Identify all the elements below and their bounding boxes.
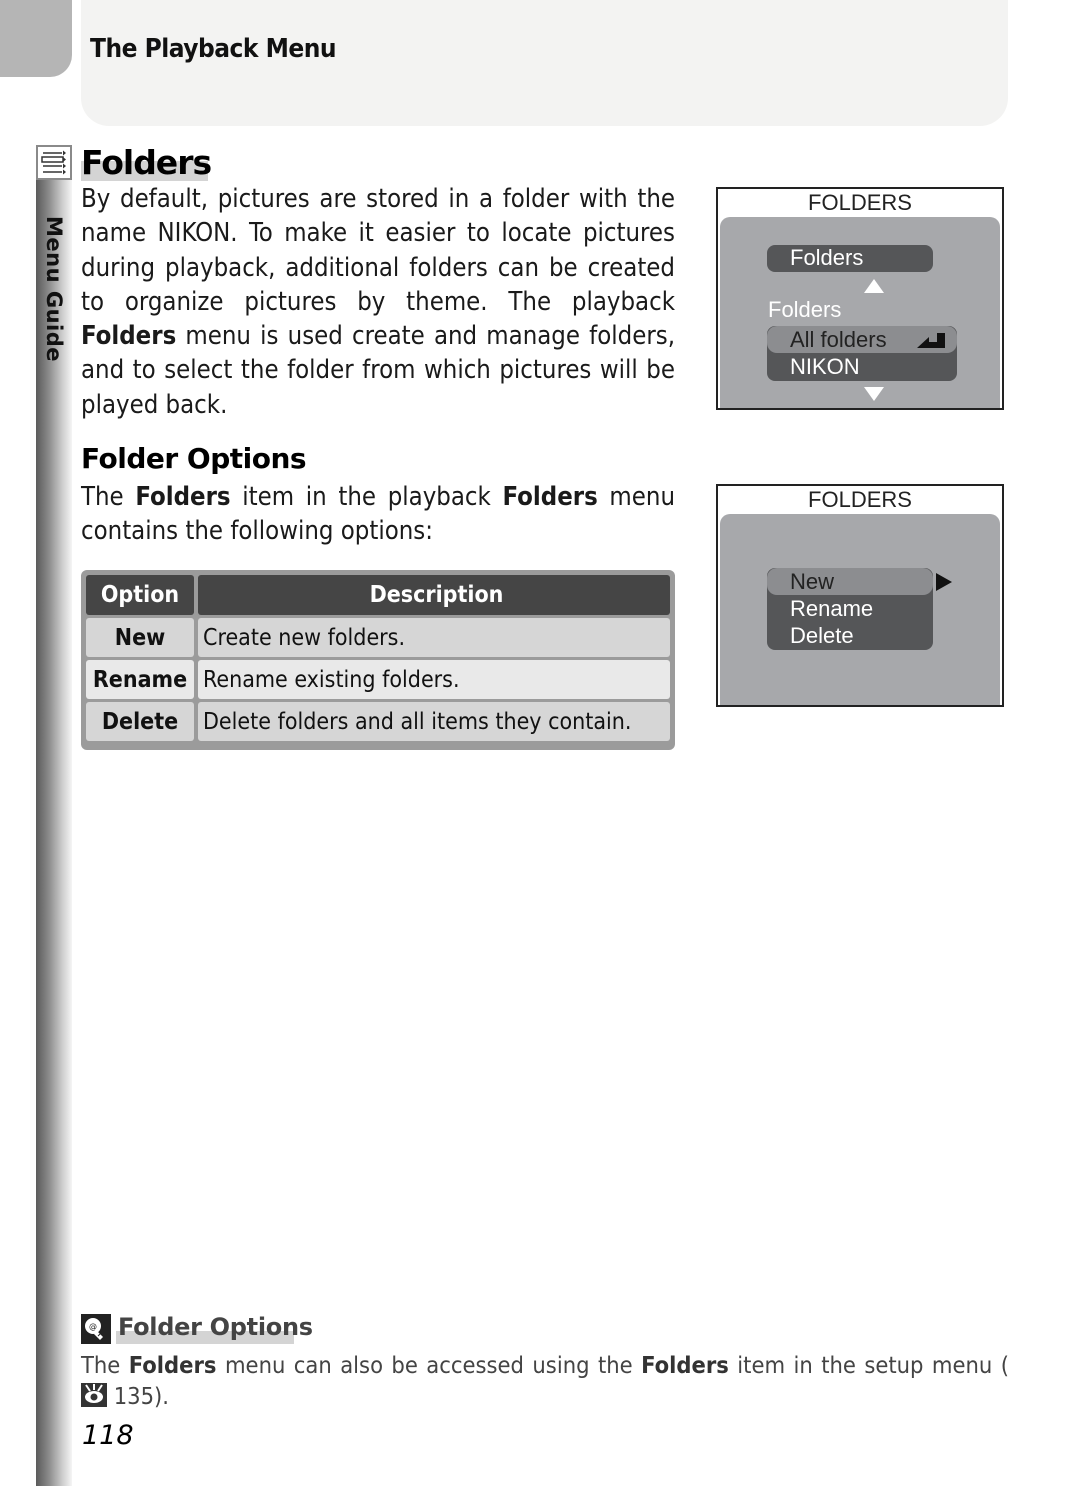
section-title-wrap: Folders	[81, 143, 212, 182]
camera-screen-folders-select: FOLDERS Folders Folders All folders NIKO…	[716, 187, 1004, 410]
folder-option-nikon[interactable]: NIKON	[767, 353, 957, 380]
header-option: Option	[86, 575, 194, 615]
down-arrow-icon	[864, 387, 884, 401]
option-cell: Delete	[86, 702, 194, 741]
tip-text-1: The	[81, 1351, 129, 1379]
table-row: New Create new folders.	[86, 618, 670, 657]
options-intro-text-1: The	[81, 482, 136, 512]
intro-text-1: By default, pictures are stored in a fol…	[81, 184, 675, 317]
header-description: Description	[198, 575, 670, 615]
setup-menu-icon	[81, 1383, 107, 1407]
tip-text-3: item in the setup menu (	[728, 1351, 1009, 1379]
description-cell: Rename existing folders.	[198, 660, 670, 699]
folder-option-label: All folders	[790, 327, 887, 352]
svg-text:@: @	[89, 1322, 97, 1331]
tip-page-ref[interactable]: 135).	[107, 1382, 169, 1410]
table-header-row: Option Description	[86, 575, 670, 615]
tip-text-2: menu can also be accessed using the	[216, 1351, 642, 1379]
folder-option-all[interactable]: All folders	[767, 326, 957, 353]
right-arrow-icon	[936, 573, 952, 591]
side-bar	[36, 180, 72, 1486]
section-title: Folders	[81, 143, 212, 182]
sub-label: Folders	[768, 297, 842, 322]
options-intro-bold-2: Folders	[502, 482, 598, 512]
options-intro-bold-1: Folders	[135, 482, 231, 512]
options-intro-paragraph: The Folders item in the playback Folders…	[81, 480, 675, 549]
chapter-title: The Playback Menu	[90, 34, 337, 64]
option-cell: Rename	[86, 660, 194, 699]
tip-bold-1: Folders	[128, 1351, 217, 1379]
screen-title: FOLDERS	[808, 190, 912, 215]
folder-list: All folders NIKON	[767, 326, 957, 381]
corner-tab	[0, 0, 72, 77]
option-delete[interactable]: Delete	[767, 622, 933, 649]
playback-menu-icon	[36, 145, 72, 180]
table-row: Rename Rename existing folders.	[86, 660, 670, 699]
menu-item-folders[interactable]: Folders	[767, 245, 933, 272]
camera-screen-folder-options: FOLDERS New Rename Delete	[716, 484, 1004, 707]
folder-options-heading: Folder Options	[81, 442, 307, 475]
option-rename[interactable]: Rename	[767, 595, 933, 622]
description-cell: Create new folders.	[198, 618, 670, 657]
screen-body: New Rename Delete	[720, 514, 1000, 705]
option-new[interactable]: New	[767, 568, 933, 595]
options-list: New Rename Delete	[767, 568, 933, 650]
screen-body: Folders Folders All folders NIKON	[720, 217, 1000, 408]
intro-bold: Folders	[81, 321, 177, 352]
table-row: Delete Delete folders and all items they…	[86, 702, 670, 741]
up-arrow-icon	[864, 279, 884, 293]
screen-title: FOLDERS	[808, 487, 912, 512]
enter-icon	[917, 333, 945, 348]
tip-paragraph: The Folders menu can also be accessed us…	[81, 1350, 1009, 1412]
options-table: Option Description New Create new folder…	[81, 570, 675, 750]
side-tab-label: Menu Guide	[42, 216, 66, 363]
tip-bold-2: Folders	[641, 1351, 729, 1379]
tip-title: Folder Options	[118, 1313, 313, 1341]
page-number: 118	[82, 1420, 134, 1451]
intro-paragraph: By default, pictures are stored in a fol…	[81, 182, 675, 422]
option-cell: New	[86, 618, 194, 657]
options-intro-text-2: item in the playback	[230, 482, 503, 512]
description-cell: Delete folders and all items they contai…	[198, 702, 670, 741]
lightbulb-icon: @	[81, 1314, 111, 1344]
